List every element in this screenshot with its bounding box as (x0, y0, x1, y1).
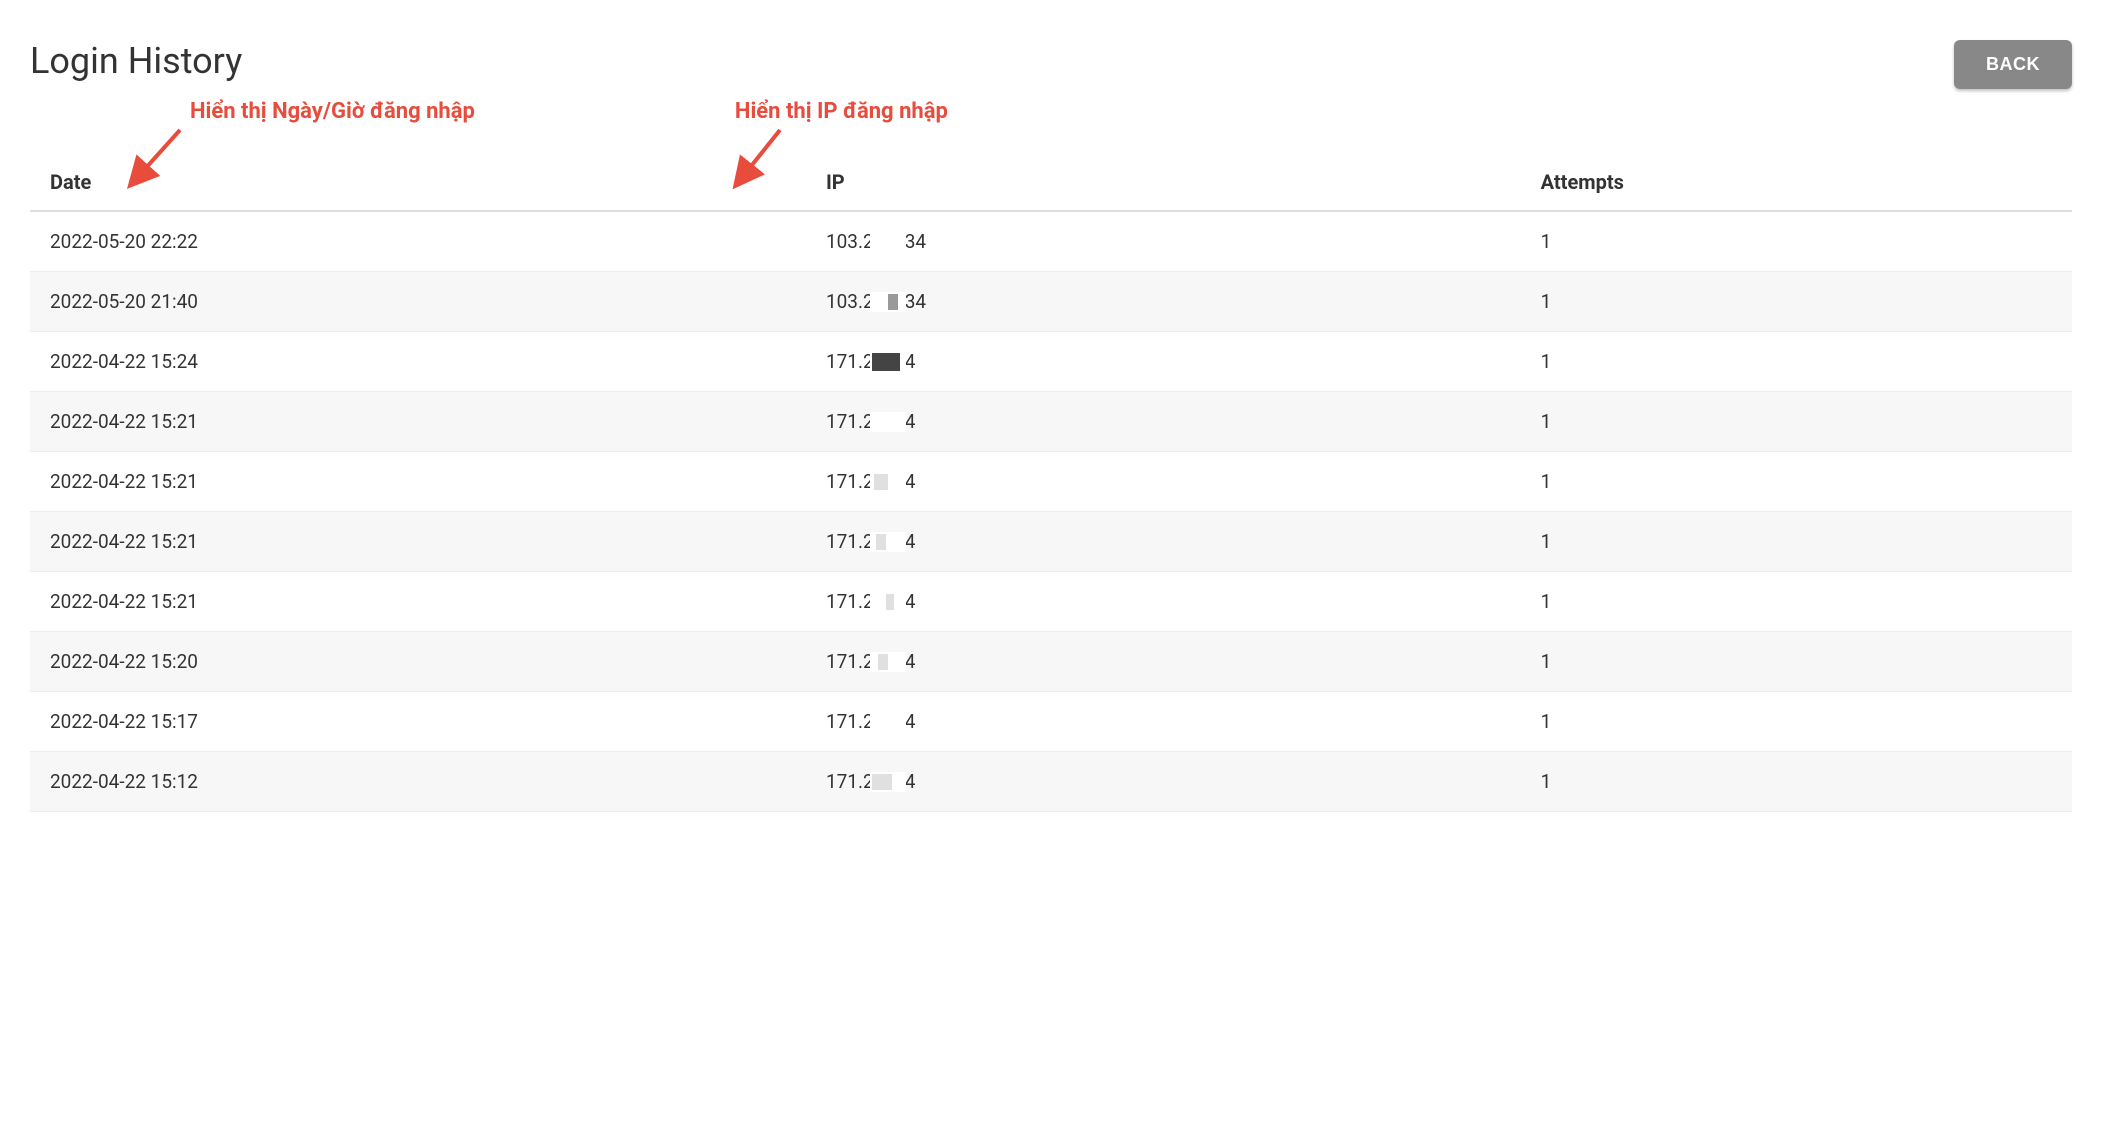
table-row: 2022-04-22 15:17 171.2 71.4 1 (30, 692, 2072, 752)
cell-ip: 171.2 71.4 (806, 392, 1521, 452)
page-title: Login History (30, 40, 242, 82)
cell-attempts: 1 (1521, 752, 2072, 812)
table-row: 2022-04-22 15:12 171.2 71.4 1 (30, 752, 2072, 812)
annotation-date: Hiển thị Ngày/Giờ đăng nhập (190, 99, 475, 124)
cell-date: 2022-05-20 22:22 (30, 211, 806, 272)
cell-attempts: 1 (1521, 512, 2072, 572)
table-row: 2022-05-20 21:40 103.2 20.34 1 (30, 272, 2072, 332)
cell-attempts: 1 (1521, 272, 2072, 332)
table-row: 2022-04-22 15:21 171.2 71.4 1 (30, 512, 2072, 572)
cell-ip: 171.2 71.4 (806, 692, 1521, 752)
table-row: 2022-04-22 15:24 171.2 71.4 1 (30, 332, 2072, 392)
annotation-date-text: Hiển thị Ngày/Giờ đăng nhập (190, 99, 475, 124)
cell-ip: 171.2 71.4 (806, 572, 1521, 632)
cell-date: 2022-04-22 15:21 (30, 572, 806, 632)
cell-date: 2022-05-20 21:40 (30, 272, 806, 332)
column-header-attempts: Attempts (1521, 154, 2072, 211)
cell-attempts: 1 (1521, 211, 2072, 272)
cell-date: 2022-04-22 15:12 (30, 752, 806, 812)
annotation-ip: Hiển thị IP đăng nhập (735, 99, 948, 124)
back-button[interactable]: BACK (1954, 40, 2072, 89)
cell-attempts: 1 (1521, 632, 2072, 692)
table-row: 2022-04-22 15:20 171.2 71.4 1 (30, 632, 2072, 692)
cell-date: 2022-04-22 15:20 (30, 632, 806, 692)
cell-attempts: 1 (1521, 332, 2072, 392)
cell-attempts: 1 (1521, 452, 2072, 512)
cell-ip: 171.2 71.4 (806, 452, 1521, 512)
cell-date: 2022-04-22 15:24 (30, 332, 806, 392)
cell-date: 2022-04-22 15:21 (30, 452, 806, 512)
cell-date: 2022-04-22 15:21 (30, 392, 806, 452)
annotation-ip-text: Hiển thị IP đăng nhập (735, 99, 948, 124)
cell-ip: 171.2 71.4 (806, 332, 1521, 392)
cell-ip: 171.2 71.4 (806, 752, 1521, 812)
table-row: 2022-05-20 22:22 103.2 20.34 1 (30, 211, 2072, 272)
login-history-table: Date IP Attempts 2022-05-20 22:22 103.2 … (30, 154, 2072, 812)
cell-ip: 103.2 20.34 (806, 272, 1521, 332)
cell-ip: 171.2 71.4 (806, 632, 1521, 692)
cell-attempts: 1 (1521, 572, 2072, 632)
cell-attempts: 1 (1521, 692, 2072, 752)
table-row: 2022-04-22 15:21 171.2 71.4 1 (30, 572, 2072, 632)
cell-ip: 171.2 71.4 (806, 512, 1521, 572)
table-row: 2022-04-22 15:21 171.2 71.4 1 (30, 392, 2072, 452)
cell-date: 2022-04-22 15:21 (30, 512, 806, 572)
column-header-ip: IP (806, 154, 1521, 211)
cell-attempts: 1 (1521, 392, 2072, 452)
column-header-date: Date (30, 154, 806, 211)
cell-ip: 103.2 20.34 (806, 211, 1521, 272)
table-row: 2022-04-22 15:21 171.2 71.4 1 (30, 452, 2072, 512)
cell-date: 2022-04-22 15:17 (30, 692, 806, 752)
